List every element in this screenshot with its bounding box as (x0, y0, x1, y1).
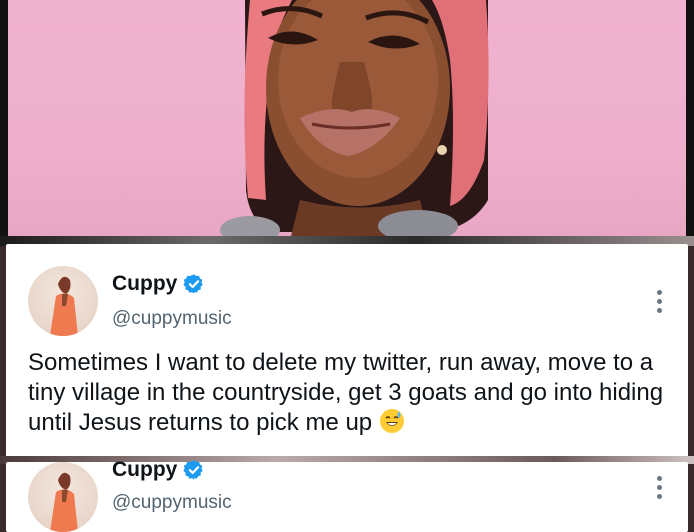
avatar[interactable] (28, 266, 98, 336)
author-handle[interactable]: @cuppymusic (112, 492, 232, 514)
verified-badge-icon (183, 274, 204, 294)
more-options-icon[interactable] (656, 290, 662, 313)
author-name[interactable]: Cuppy (112, 272, 177, 296)
avatar[interactable] (28, 462, 98, 532)
verified-badge-icon (183, 460, 204, 480)
author-name[interactable]: Cuppy (112, 458, 177, 482)
tweet-card[interactable]: Cuppy @cuppymusic Sometimes I want to de… (6, 244, 688, 458)
reply-card[interactable]: Cuppy @cuppymusic (6, 458, 688, 532)
more-options-icon[interactable] (656, 476, 662, 499)
author-row: Cuppy (112, 458, 205, 482)
author-row: Cuppy (112, 272, 205, 296)
avatar-figure-icon (50, 276, 78, 336)
author-handle[interactable]: @cuppymusic (112, 308, 232, 330)
tweet-text: Sometimes I want to delete my twitter, r… (28, 349, 664, 436)
portrait-illustration (220, 0, 489, 240)
tweet-text-container: Sometimes I want to delete my twitter, r… (28, 348, 678, 438)
profile-photo (0, 0, 694, 240)
sweat-smile-emoji-icon (379, 409, 404, 433)
avatar-figure-icon (50, 472, 78, 532)
